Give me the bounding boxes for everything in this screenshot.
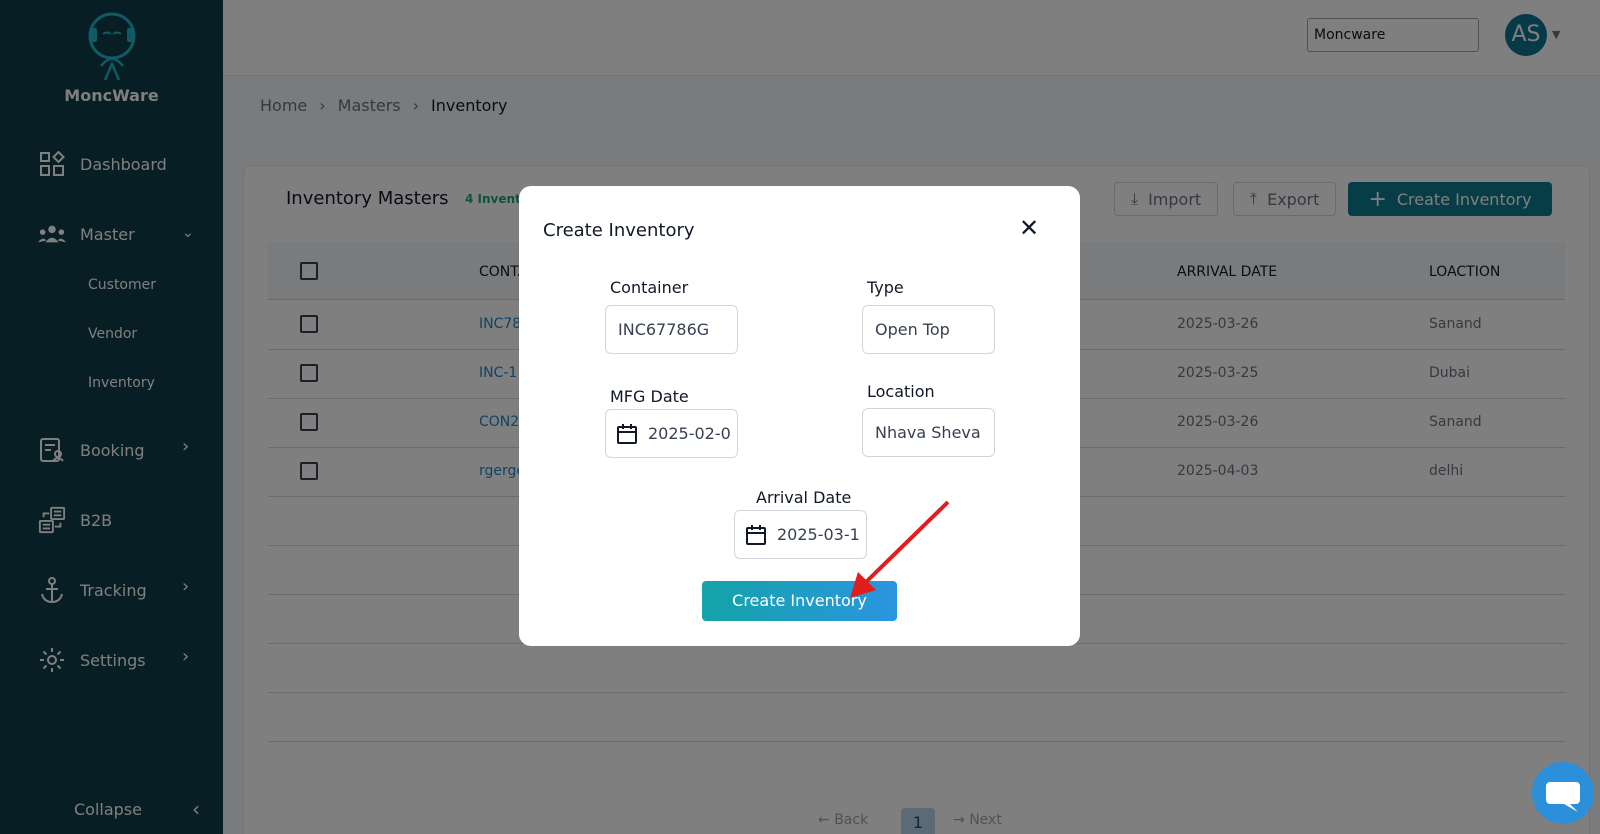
- container-field[interactable]: INC67786G: [605, 305, 738, 354]
- close-icon[interactable]: ✕: [1019, 216, 1039, 240]
- arrival-date-label: Arrival Date: [756, 488, 852, 507]
- create-inventory-modal: Create Inventory ✕ Container INC67786G T…: [519, 186, 1080, 646]
- create-inventory-submit-button[interactable]: Create Inventory: [702, 581, 897, 621]
- type-label: Type: [867, 278, 904, 297]
- type-field[interactable]: Open Top: [862, 305, 995, 354]
- container-label: Container: [610, 278, 689, 297]
- location-label: Location: [867, 382, 935, 401]
- chat-button[interactable]: [1532, 762, 1594, 824]
- calendar-icon[interactable]: [745, 524, 767, 546]
- chat-icon: [1546, 782, 1580, 812]
- modal-title: Create Inventory: [543, 220, 695, 241]
- location-field[interactable]: Nhava Sheva: [862, 408, 995, 457]
- calendar-icon[interactable]: [616, 423, 638, 445]
- mfg-date-label: MFG Date: [610, 387, 689, 406]
